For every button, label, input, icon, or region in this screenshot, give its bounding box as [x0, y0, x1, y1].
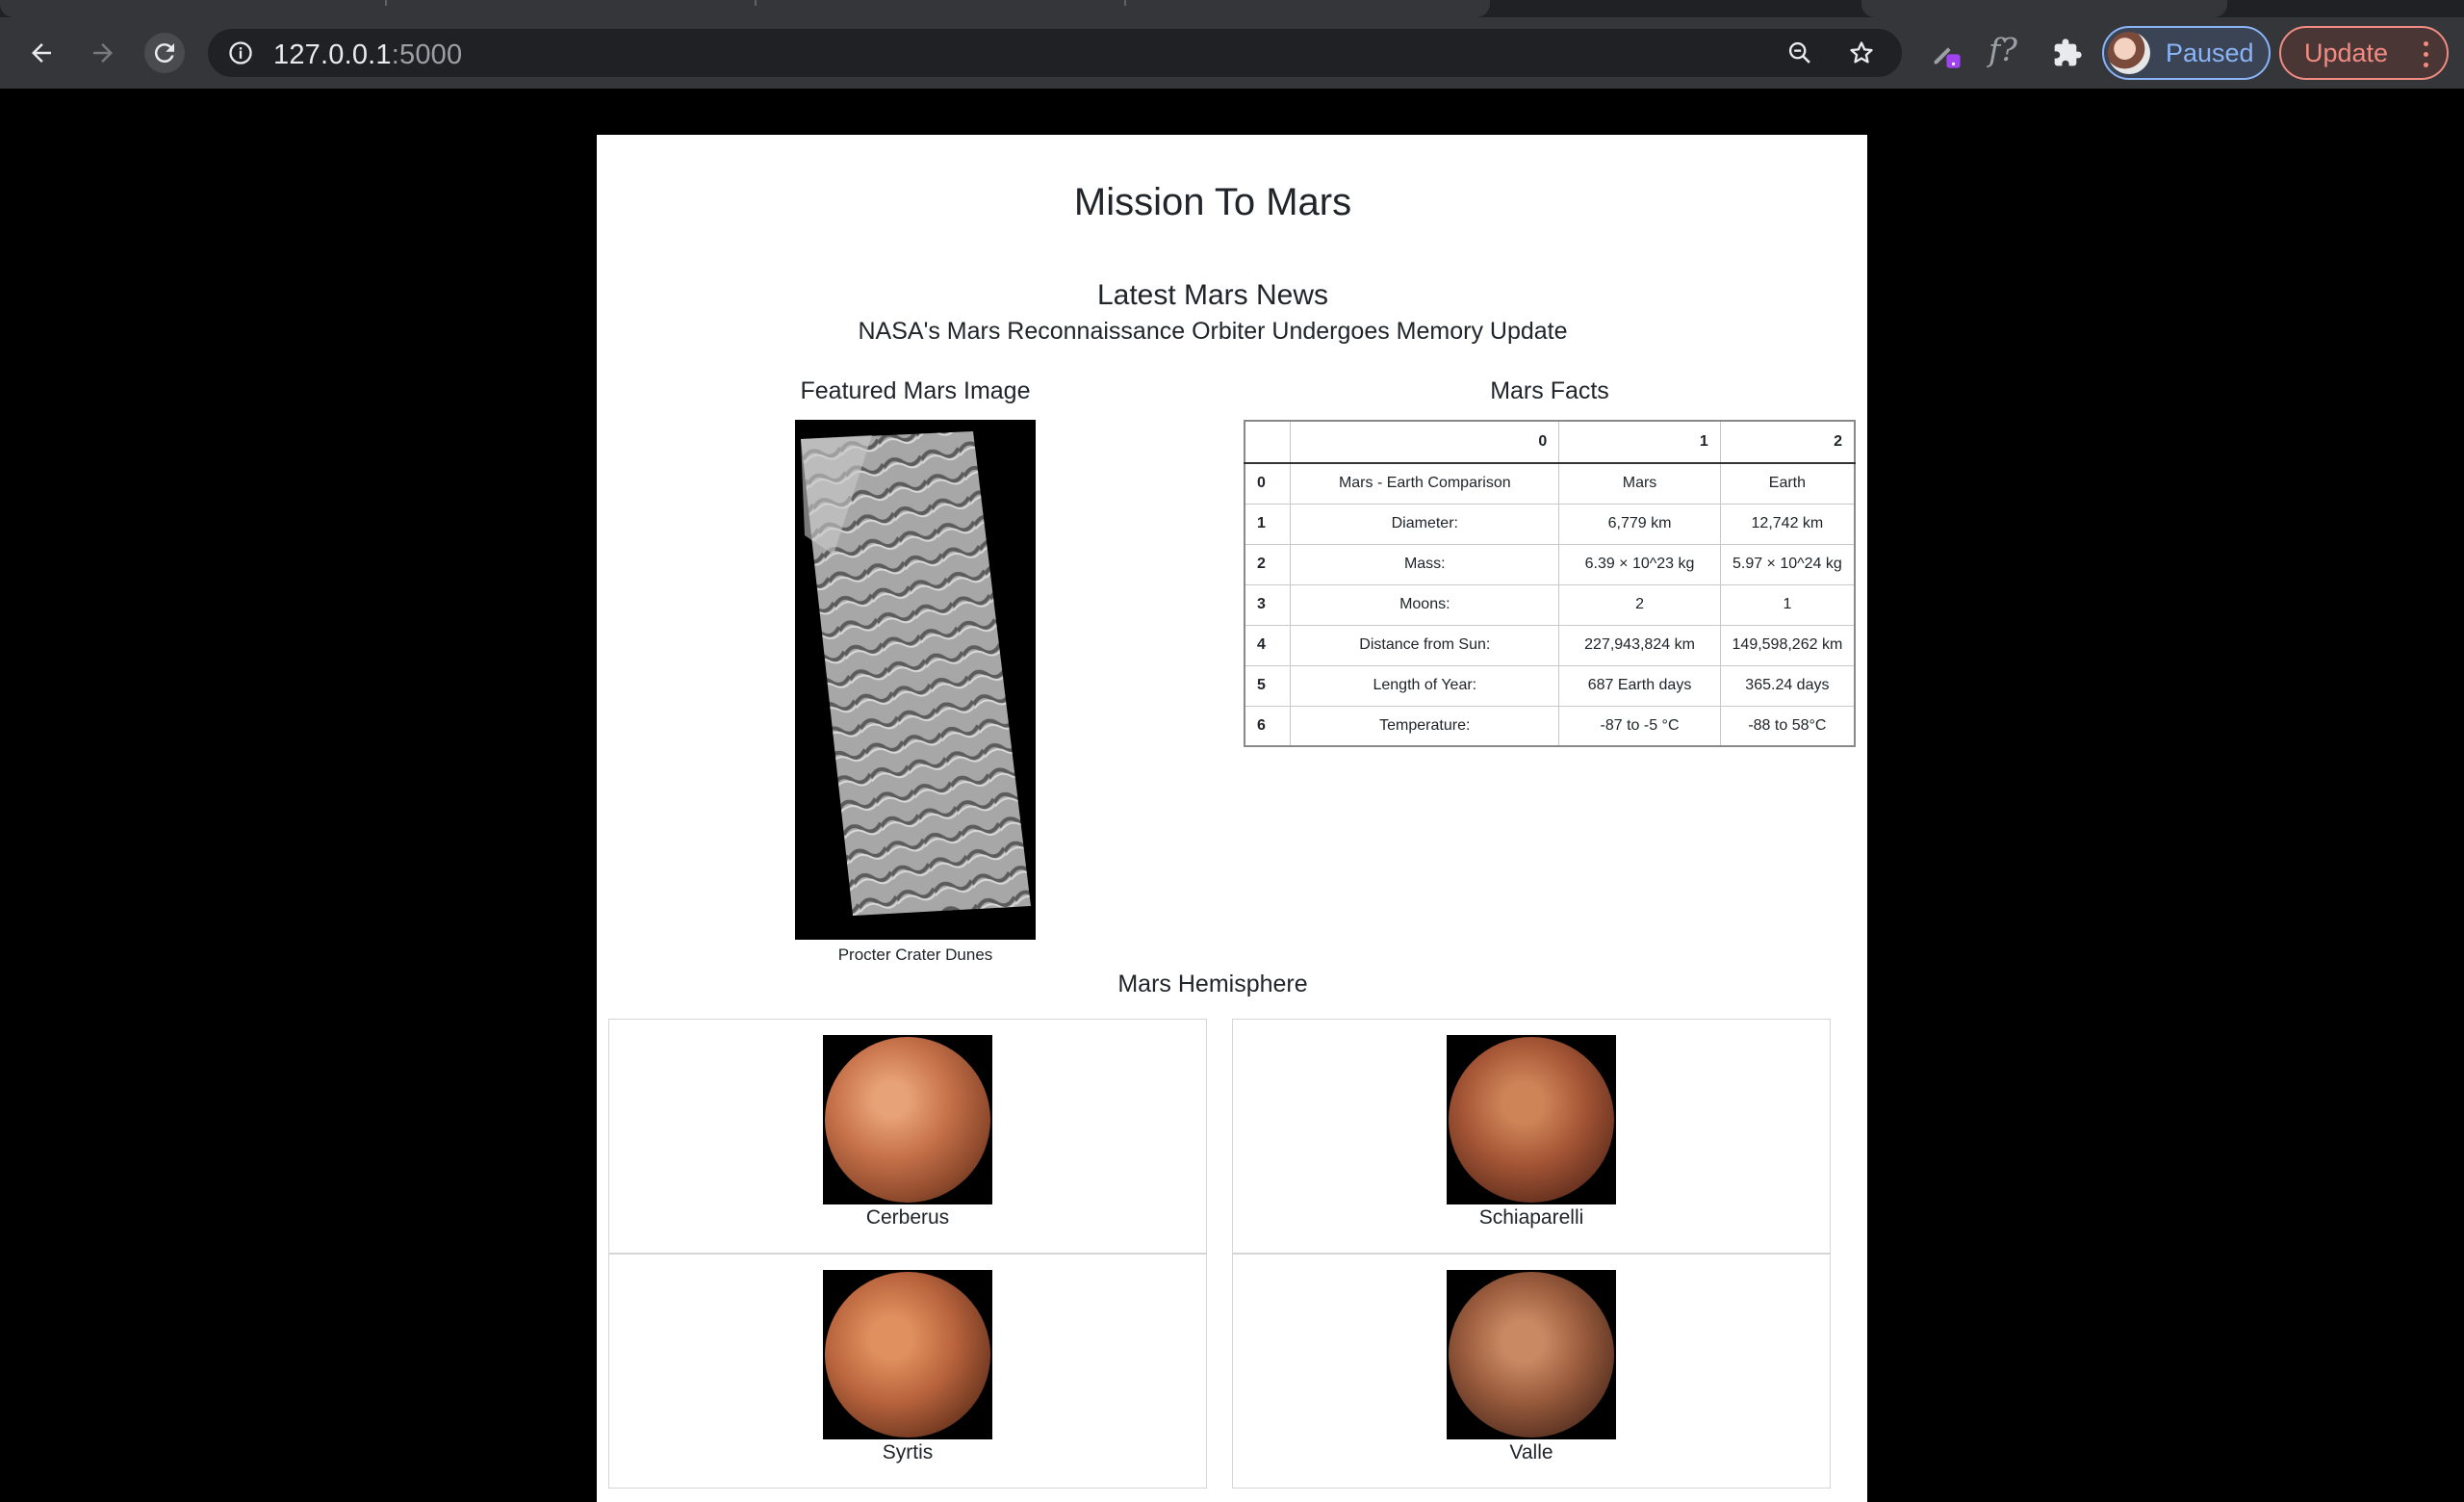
facts-col-header — [1244, 420, 1292, 464]
facts-row-index: 6 — [1244, 705, 1292, 747]
tab-separator — [755, 0, 757, 6]
info-icon[interactable] — [227, 39, 254, 66]
bookmark-star-icon[interactable] — [1848, 39, 1875, 66]
facts-row: 2 Mass: 6.39 × 10^23 kg 5.97 × 10^24 kg — [1244, 543, 1856, 585]
facts-cell-mars: 6.39 × 10^23 kg — [1558, 543, 1721, 585]
more-vert-icon[interactable] — [2424, 41, 2429, 68]
extensions-puzzle-icon[interactable] — [2051, 37, 2084, 69]
avatar — [2108, 32, 2150, 74]
facts-cell-label: Moons: — [1290, 583, 1560, 626]
mars-facts-table: 0 1 2 0 Mars - Earth Comparison Mars Earth 1… — [1244, 420, 1856, 747]
facts-cell-earth: 149,598,262 km — [1719, 624, 1856, 666]
hemisphere-card[interactable]: Valle — [1232, 1254, 1831, 1489]
facts-cell-label: Distance from Sun: — [1290, 624, 1560, 666]
forward-button[interactable] — [83, 33, 123, 73]
formula-extension-icon[interactable]: f? — [1989, 31, 2017, 68]
url-text[interactable]: 127.0.0.1:5000 — [273, 39, 462, 71]
mars-facts-heading: Mars Facts — [1490, 377, 1609, 404]
zoom-icon[interactable] — [1786, 39, 1813, 66]
facts-cell-earth: -88 to 58°C — [1719, 705, 1856, 747]
hemisphere-name: Schiaparelli — [1478, 1206, 1584, 1229]
facts-row: 4 Distance from Sun: 227,943,824 km 149,598… — [1244, 624, 1856, 666]
hemisphere-image[interactable] — [1447, 1035, 1616, 1204]
dunes-image — [801, 431, 1031, 916]
facts-row-index: 5 — [1244, 664, 1292, 707]
facts-cell-mars: 6,779 km — [1558, 503, 1721, 545]
tab-inactive[interactable] — [0, 0, 1490, 17]
facts-cell-label: Diameter: — [1290, 503, 1560, 545]
hemisphere-image[interactable] — [1447, 1270, 1616, 1439]
featured-image — [795, 420, 1036, 940]
facts-cell-earth: 1 — [1719, 583, 1856, 626]
featured-image-caption: Procter Crater Dunes — [837, 945, 993, 964]
news-heading: Latest Mars News — [1096, 279, 1329, 311]
facts-col-header: 1 — [1558, 420, 1721, 464]
reload-button[interactable] — [144, 33, 185, 73]
facts-cell-earth: 5.97 × 10^24 kg — [1719, 543, 1856, 585]
hemisphere-card[interactable]: Cerberus — [608, 1019, 1207, 1254]
facts-row-index: 0 — [1244, 462, 1292, 505]
facts-cell-label: Temperature: — [1290, 705, 1560, 747]
pen-extension-icon[interactable] — [1929, 37, 1962, 69]
facts-cell-mars: Mars — [1558, 462, 1721, 505]
facts-row: 6 Temperature: -87 to -5 °C -88 to 58°C — [1244, 705, 1856, 747]
profile-status-label: Paused — [2166, 38, 2254, 67]
facts-row: 0 Mars - Earth Comparison Mars Earth — [1244, 462, 1856, 505]
facts-row: 5 Length of Year: 687 Earth days 365.24 day… — [1244, 664, 1856, 707]
arrow-right-icon — [93, 43, 113, 63]
hemisphere-name: Valle — [1509, 1441, 1553, 1463]
facts-cell-mars: 687 Earth days — [1558, 664, 1721, 707]
hemisphere-name: Cerberus — [865, 1206, 950, 1229]
reload-icon — [154, 43, 174, 64]
tab-separator — [385, 0, 387, 6]
facts-cell-earth: 365.24 days — [1719, 664, 1856, 707]
tab-inactive[interactable] — [1861, 0, 2227, 17]
page-title: Mission To Mars — [1073, 181, 1352, 223]
url-port: :5000 — [391, 39, 463, 70]
facts-row-index: 2 — [1244, 543, 1292, 585]
page-container: Mission To Mars Latest Mars News NASA's … — [597, 135, 1867, 1502]
arrow-left-icon — [32, 43, 51, 63]
news-title: NASA's Mars Reconnaissance Orbiter Under… — [858, 318, 1568, 345]
facts-cell-mars: -87 to -5 °C — [1558, 705, 1721, 747]
hemisphere-card[interactable]: Syrtis — [608, 1254, 1207, 1489]
facts-col-header: 0 — [1290, 420, 1560, 464]
facts-cell-earth: 12,742 km — [1719, 503, 1856, 545]
update-label: Update — [2304, 38, 2389, 67]
page-viewport: Mission To Mars Latest Mars News NASA's … — [0, 89, 2464, 1502]
back-button[interactable] — [21, 33, 62, 73]
tab-strip — [0, 0, 2464, 17]
facts-row: 3 Moons: 2 1 — [1244, 583, 1856, 626]
facts-row-index: 4 — [1244, 624, 1292, 666]
hemisphere-heading: Mars Hemisphere — [1117, 971, 1308, 997]
url-host: 127.0.0.1 — [273, 39, 392, 70]
facts-header-row: 0 1 2 — [1244, 420, 1856, 464]
profile-button[interactable]: Paused — [2102, 26, 2271, 80]
featured-image-heading: Featured Mars Image — [800, 377, 1031, 404]
hemisphere-card[interactable]: Schiaparelli — [1232, 1019, 1831, 1254]
hemisphere-name: Syrtis — [882, 1441, 934, 1463]
facts-row-index: 1 — [1244, 503, 1292, 545]
update-button[interactable]: Update — [2279, 26, 2449, 80]
facts-cell-label: Length of Year: — [1290, 664, 1560, 707]
facts-cell-label: Mars - Earth Comparison — [1290, 462, 1560, 505]
facts-row: 1 Diameter: 6,779 km 12,742 km — [1244, 503, 1856, 545]
facts-cell-label: Mass: — [1290, 543, 1560, 585]
tab-separator — [1124, 0, 1126, 6]
facts-cell-mars: 2 — [1558, 583, 1721, 626]
address-bar[interactable]: 127.0.0.1:5000 — [208, 29, 1902, 77]
hemisphere-image[interactable] — [823, 1035, 992, 1204]
hemisphere-image[interactable] — [823, 1270, 992, 1439]
facts-col-header: 2 — [1719, 420, 1856, 464]
facts-cell-earth: Earth — [1719, 462, 1856, 505]
facts-cell-mars: 227,943,824 km — [1558, 624, 1721, 666]
facts-row-index: 3 — [1244, 583, 1292, 626]
browser-toolbar: 127.0.0.1:5000 f? Paused Update — [0, 17, 2464, 89]
